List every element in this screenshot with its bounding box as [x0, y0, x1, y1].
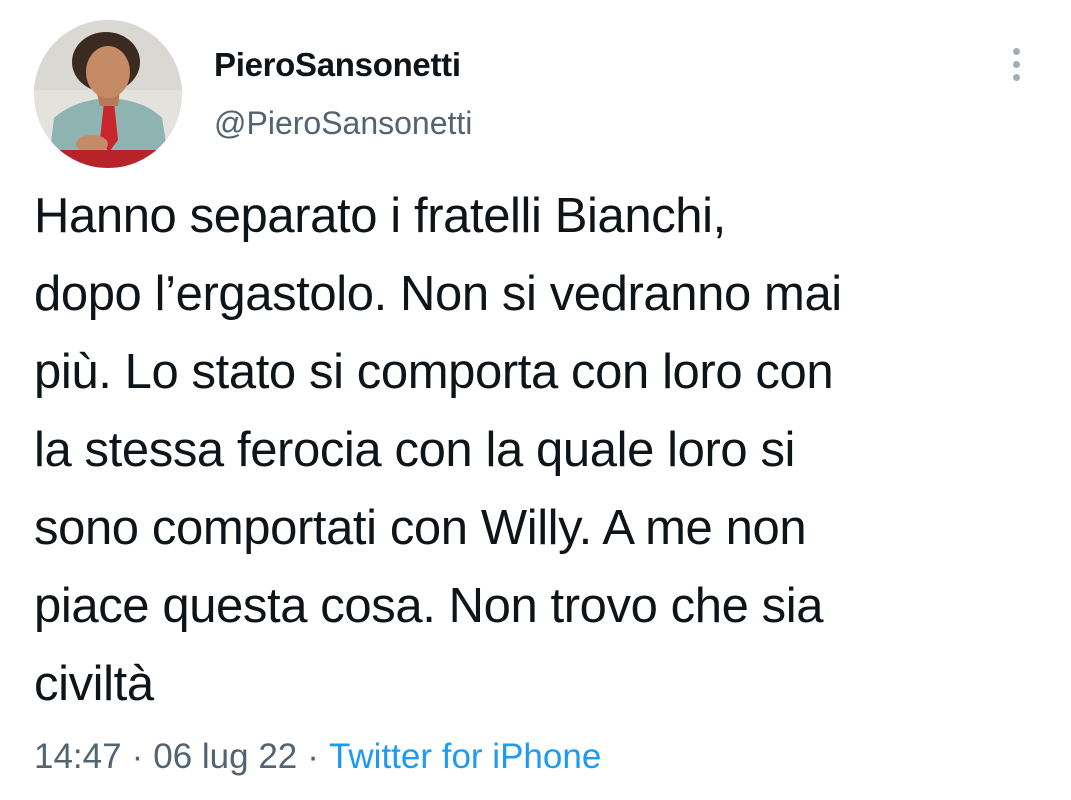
more-vertical-icon-dot: [1013, 61, 1020, 68]
tweet-card: PieroSansonetti @PieroSansonetti Hanno s…: [0, 0, 1071, 800]
tweet-time[interactable]: 14:47: [34, 737, 122, 776]
separator: ·: [131, 737, 144, 776]
tweet-source-link[interactable]: Twitter for iPhone: [329, 737, 601, 776]
separator: ·: [307, 737, 319, 776]
display-name[interactable]: PieroSansonetti: [214, 46, 461, 84]
avatar-photo: [34, 20, 182, 168]
user-handle[interactable]: @PieroSansonetti: [214, 105, 472, 142]
more-options-button[interactable]: [1000, 42, 1034, 86]
tweet-metadata: 14:47 · 06 lug 22 · Twitter for iPhone: [34, 733, 601, 781]
avatar[interactable]: [34, 20, 182, 168]
more-vertical-icon-dot: [1013, 74, 1020, 81]
tweet-text: Hanno separato i fratelli Bianchi, dopo …: [34, 189, 842, 711]
more-vertical-icon: [1013, 48, 1020, 55]
tweet-date[interactable]: 06 lug 22: [153, 737, 297, 776]
